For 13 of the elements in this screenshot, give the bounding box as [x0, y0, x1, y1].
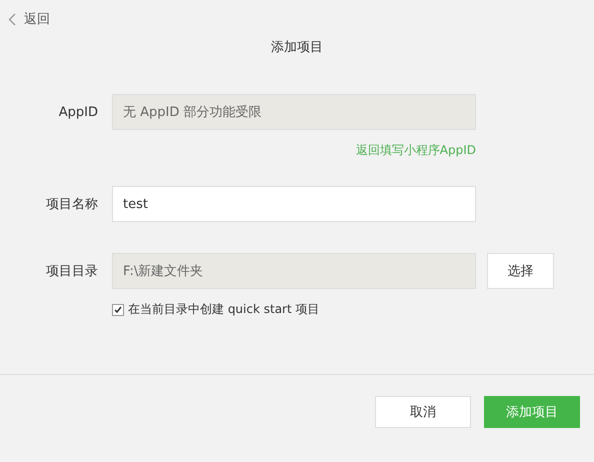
- page-title: 添加项目: [270, 39, 324, 56]
- field-label: 项目目录: [45, 263, 98, 280]
- text-field[interactable]: F:\新建文件夹: [112, 253, 476, 289]
- checkbox[interactable]: [112, 304, 124, 316]
- chevron-left-icon: [8, 12, 16, 26]
- text-field[interactable]: test: [112, 186, 476, 222]
- field-label: 项目名称: [45, 196, 98, 213]
- back-button[interactable]: 返回: [8, 10, 50, 28]
- text-field[interactable]: 无 AppID 部分功能受限: [112, 94, 476, 130]
- cancel-button[interactable]: 取消: [375, 396, 471, 428]
- field-label: AppID: [58, 104, 98, 120]
- checkbox-label: 在当前目录中创建 quick start 项目: [128, 301, 320, 318]
- choose-button[interactable]: 选择: [487, 253, 554, 289]
